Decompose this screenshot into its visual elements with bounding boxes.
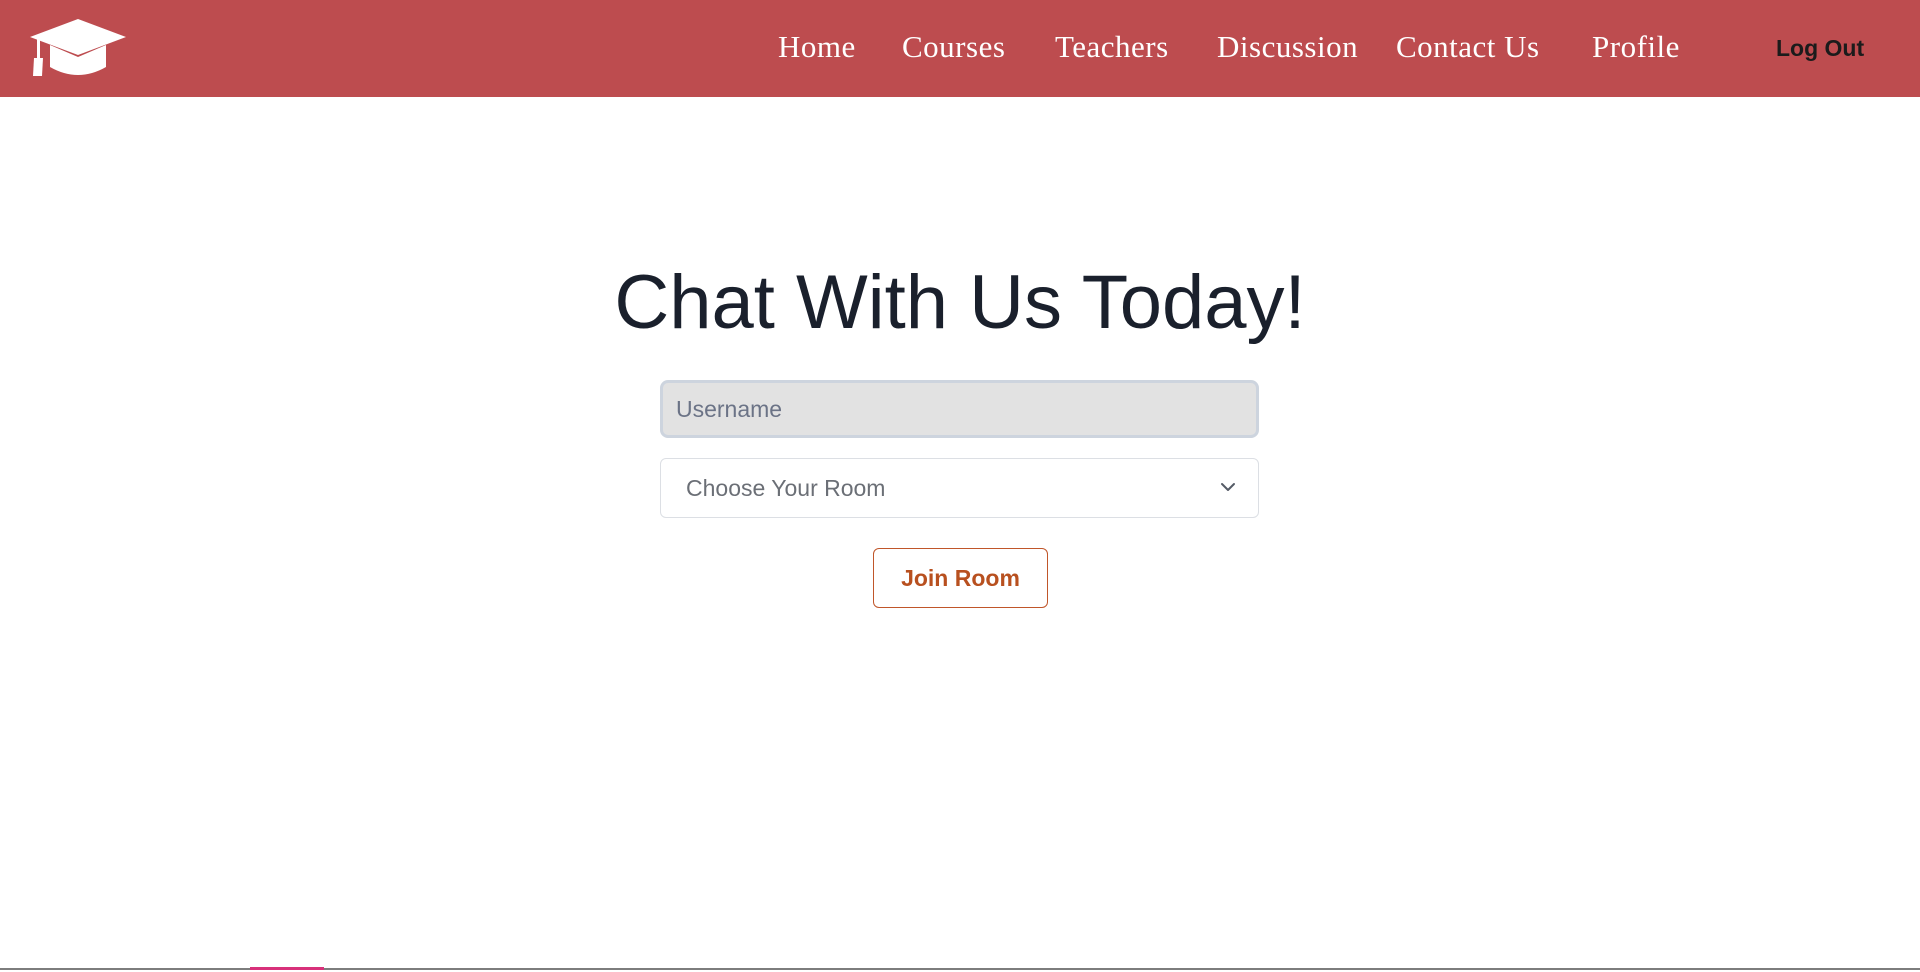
nav-discussion-link[interactable]: Discussion [1217,27,1358,67]
room-select-value: Choose Your Room [686,475,886,501]
top-navbar: Home Courses Teachers Discussion Contact… [0,0,1920,97]
room-select[interactable]: Choose Your Room [660,458,1259,518]
nav-profile-link[interactable]: Profile [1592,27,1680,67]
graduation-cap-icon[interactable] [28,17,128,79]
chevron-down-icon [1221,483,1235,491]
page-title: Chat With Us Today! [614,260,1306,345]
nav-contact-us-link[interactable]: Contact Us [1396,27,1540,67]
nav-teachers-link[interactable]: Teachers [1055,27,1169,67]
nav-home-link[interactable]: Home [778,27,856,67]
nav-courses-link[interactable]: Courses [902,27,1005,67]
join-room-button[interactable]: Join Room [873,548,1048,608]
username-input[interactable] [660,380,1259,438]
bottom-accent-bar [250,967,324,970]
logout-button[interactable]: Log Out [1776,33,1864,63]
